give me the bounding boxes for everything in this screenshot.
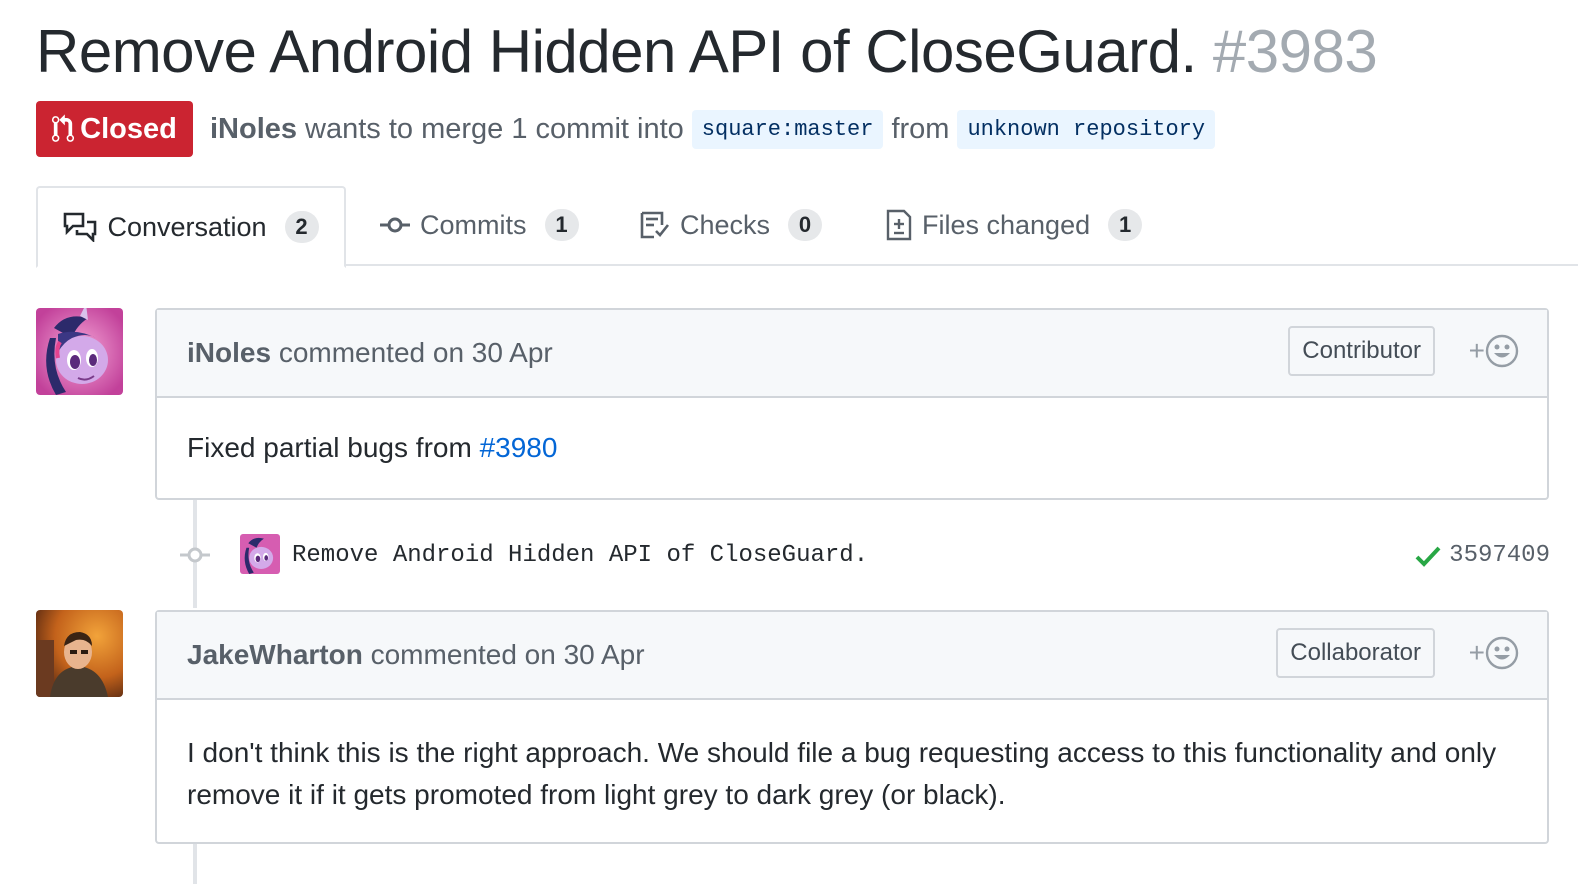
git-pull-request-icon [52,114,75,142]
commit-sha-area: 3597409 [1415,534,1550,578]
comment-box: JakeWharton commented on 30 Apr Collabor… [155,610,1549,844]
comment-header: iNoles commented on 30 Apr Contributor + [157,310,1547,398]
merge-text: wants to merge 1 commit into [305,112,684,145]
comment-body-text: I don't think this is the right approach… [187,737,1497,810]
comment-author[interactable]: JakeWharton [187,639,363,670]
pr-title-text: Remove Android Hidden API of CloseGuard. [36,18,1197,85]
pr-title: Remove Android Hidden API of CloseGuard.… [36,14,1378,90]
tab-conversation[interactable]: Conversation 2 [36,186,346,268]
pony-avatar-icon [240,534,280,574]
tab-conversation-label: Conversation [107,211,267,242]
comment-header: JakeWharton commented on 30 Apr Collabor… [157,612,1547,700]
comment-header-text: iNoles commented on 30 Apr [187,310,553,396]
head-ref[interactable]: unknown repository [957,109,1216,149]
tab-commits-label: Commits [420,209,527,240]
check-icon[interactable] [1415,545,1441,567]
tab-checks-label: Checks [680,209,771,240]
tab-files-changed-label: Files changed [922,209,1091,240]
avatar-jakewharton[interactable] [36,610,123,697]
comment-author[interactable]: iNoles [187,337,271,368]
comment-box: iNoles commented on 30 Apr Contributor +… [155,308,1549,500]
add-reaction-button[interactable]: + [1469,334,1519,368]
commit-author-avatar[interactable] [240,534,280,574]
collaborator-badge: Collaborator [1276,628,1435,678]
reaction-plus: + [1468,335,1485,366]
comment-body-text: Fixed partial bugs from [187,432,480,463]
commit-message[interactable]: Remove Android Hidden API of CloseGuard. [292,534,868,578]
tab-files-changed[interactable]: Files changed 1 [886,186,1143,264]
timeline-line [193,844,197,884]
from-text: from [891,112,950,145]
commit-sha[interactable]: 3597409 [1449,534,1550,578]
comment-body: I don't think this is the right approach… [157,700,1547,816]
add-reaction-button[interactable]: + [1469,636,1519,670]
git-commit-icon [380,217,410,233]
timeline-commit: Remove Android Hidden API of CloseGuard.… [180,534,1550,578]
comment-action[interactable]: commented on 30 Apr [371,639,645,670]
tab-conversation-count: 2 [284,211,319,243]
user-photo-icon [36,610,123,697]
checklist-icon [640,211,670,239]
issue-link[interactable]: #3980 [480,432,558,463]
file-diff-icon [886,209,912,241]
git-commit-icon [180,547,210,563]
tab-files-changed-count: 1 [1108,209,1143,241]
state-label: Closed [80,112,177,145]
reaction-plus: + [1468,637,1485,668]
tab-commits[interactable]: Commits 1 [380,186,579,264]
smiley-icon [1485,636,1519,670]
smiley-icon [1485,334,1519,368]
contributor-badge: Contributor [1288,326,1435,376]
pr-author-link[interactable]: iNoles [210,113,297,146]
comment-action[interactable]: commented on 30 Apr [279,337,553,368]
avatar-inoles[interactable] [36,308,123,395]
tab-checks[interactable]: Checks 0 [640,186,823,264]
pr-number: #3983 [1212,18,1378,85]
pr-meta: iNoles wants to merge 1 commit into squa… [210,106,1223,152]
comment-body: Fixed partial bugs from #3980 [157,398,1547,498]
comment-discussion-icon [64,212,97,242]
pr-tabs: Conversation 2 Commits 1 Checks 0 Files … [36,186,1578,268]
base-ref[interactable]: square:master [691,109,884,149]
pony-avatar-icon [36,308,123,395]
closed-state-badge: Closed [36,101,193,157]
tab-commits-count: 1 [544,209,579,241]
tab-checks-count: 0 [788,209,823,241]
comment-header-text: JakeWharton commented on 30 Apr [187,612,645,698]
